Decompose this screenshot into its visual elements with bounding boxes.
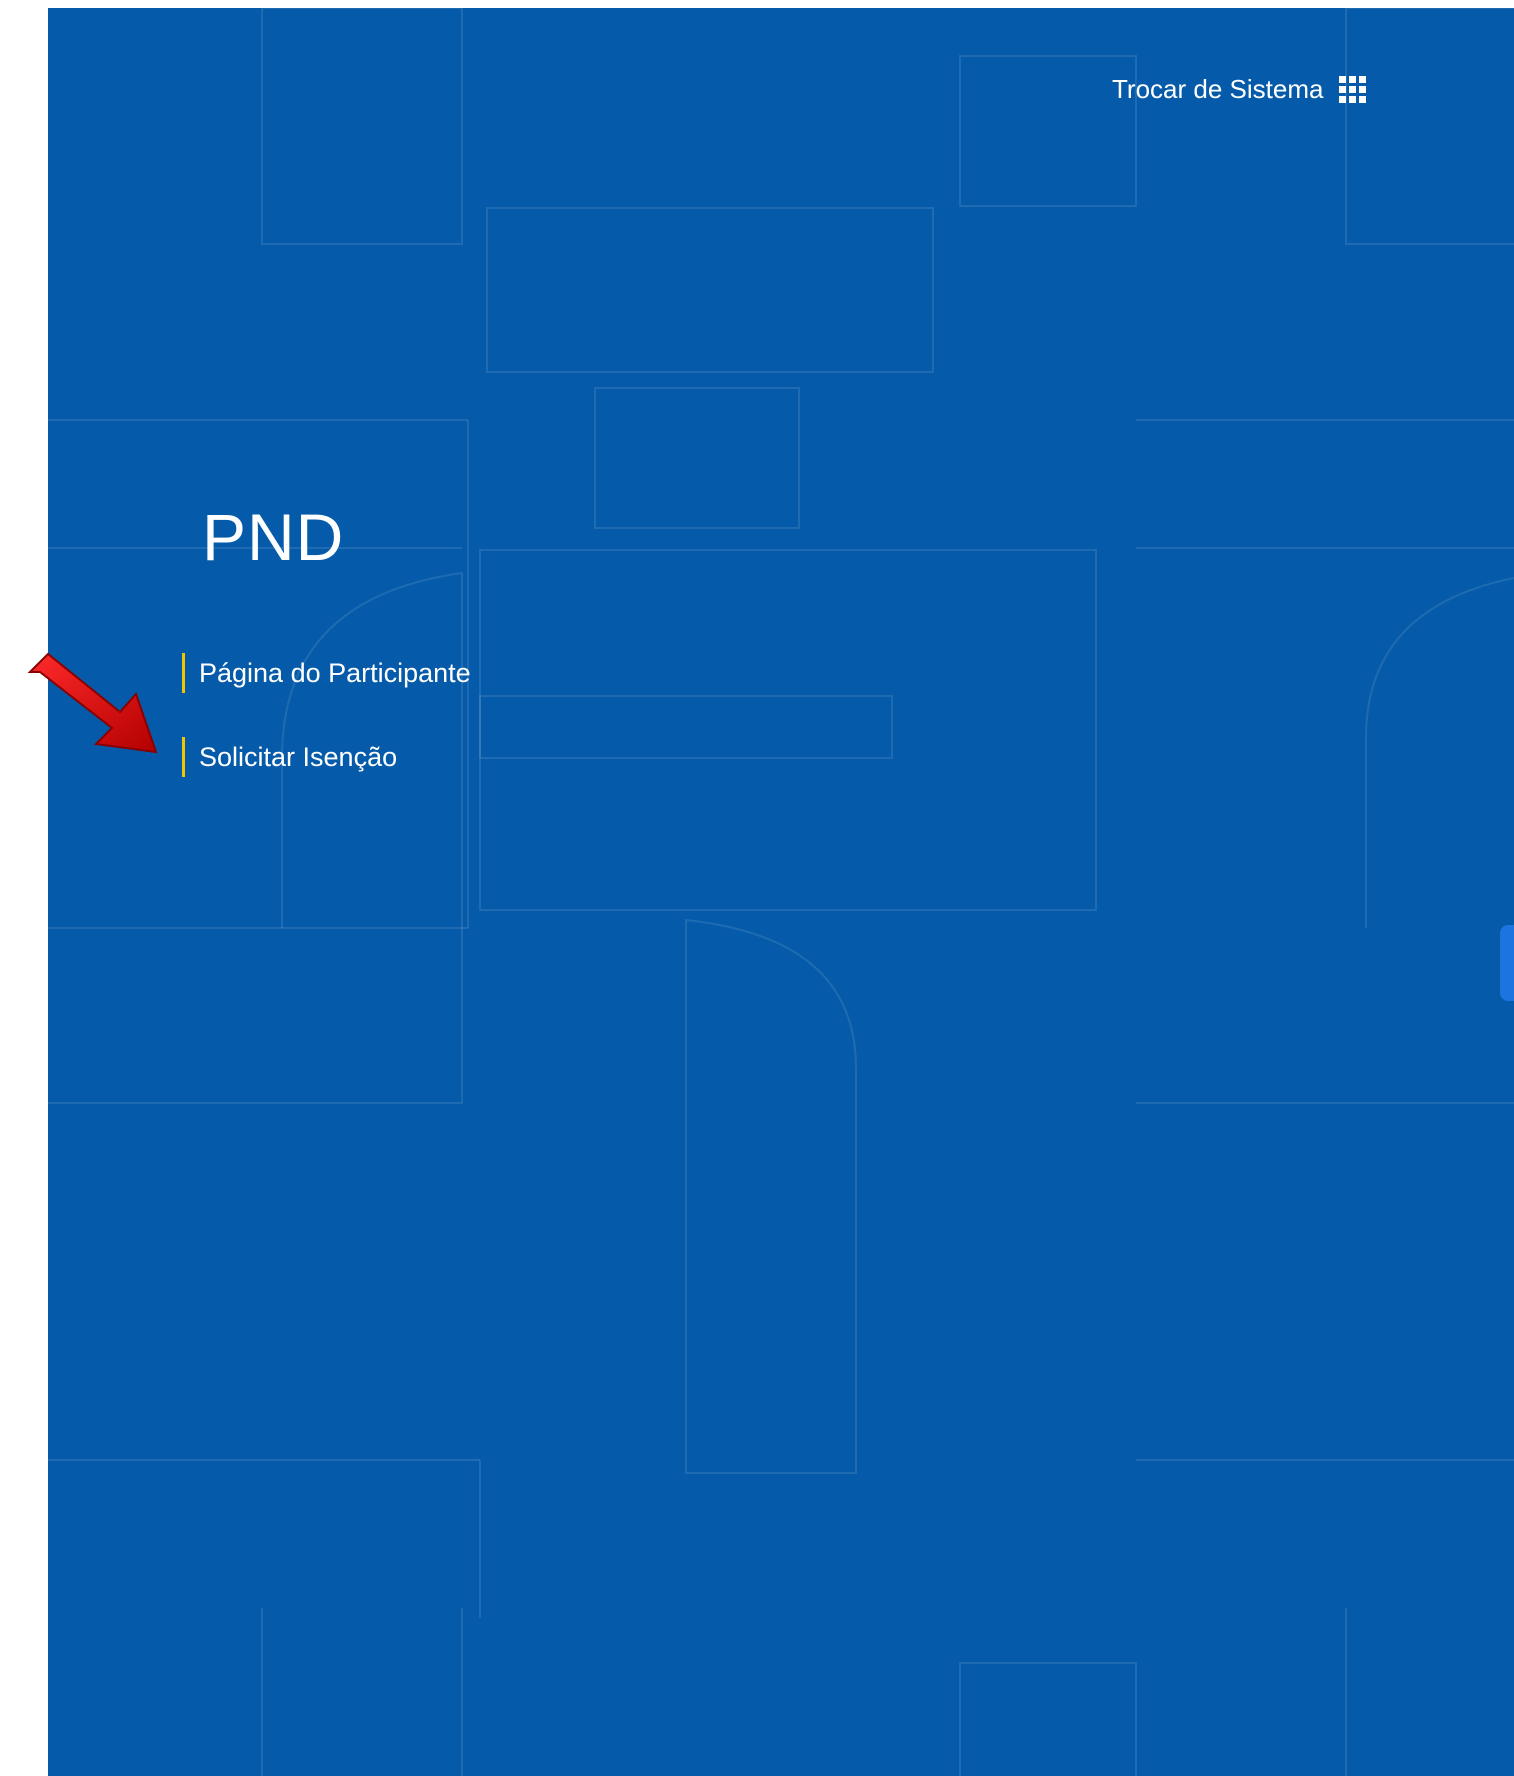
page: Trocar de Sistema PND Página do Particip… [0,0,1514,1776]
background-pattern [48,8,1514,1776]
switch-system-label: Trocar de Sistema [1112,74,1324,104]
nav-accent-bar [182,737,185,777]
system-title: PND [202,500,345,574]
nav-accent-bar [182,653,185,693]
switch-system-button[interactable]: Trocar de Sistema [1112,74,1367,105]
grid-icon [1339,76,1367,103]
nav-link-label: Página do Participante [199,657,471,688]
libras-accessibility-button[interactable] [1500,925,1514,1001]
nav-link-label: Solicitar Isenção [199,741,398,772]
nav-link-participant-page[interactable]: Página do Participante [182,653,471,693]
main-panel: Trocar de Sistema PND Página do Particip… [48,8,1514,1776]
red-arrow-annotation [27,652,158,754]
nav-link-request-exemption[interactable]: Solicitar Isenção [182,737,397,777]
